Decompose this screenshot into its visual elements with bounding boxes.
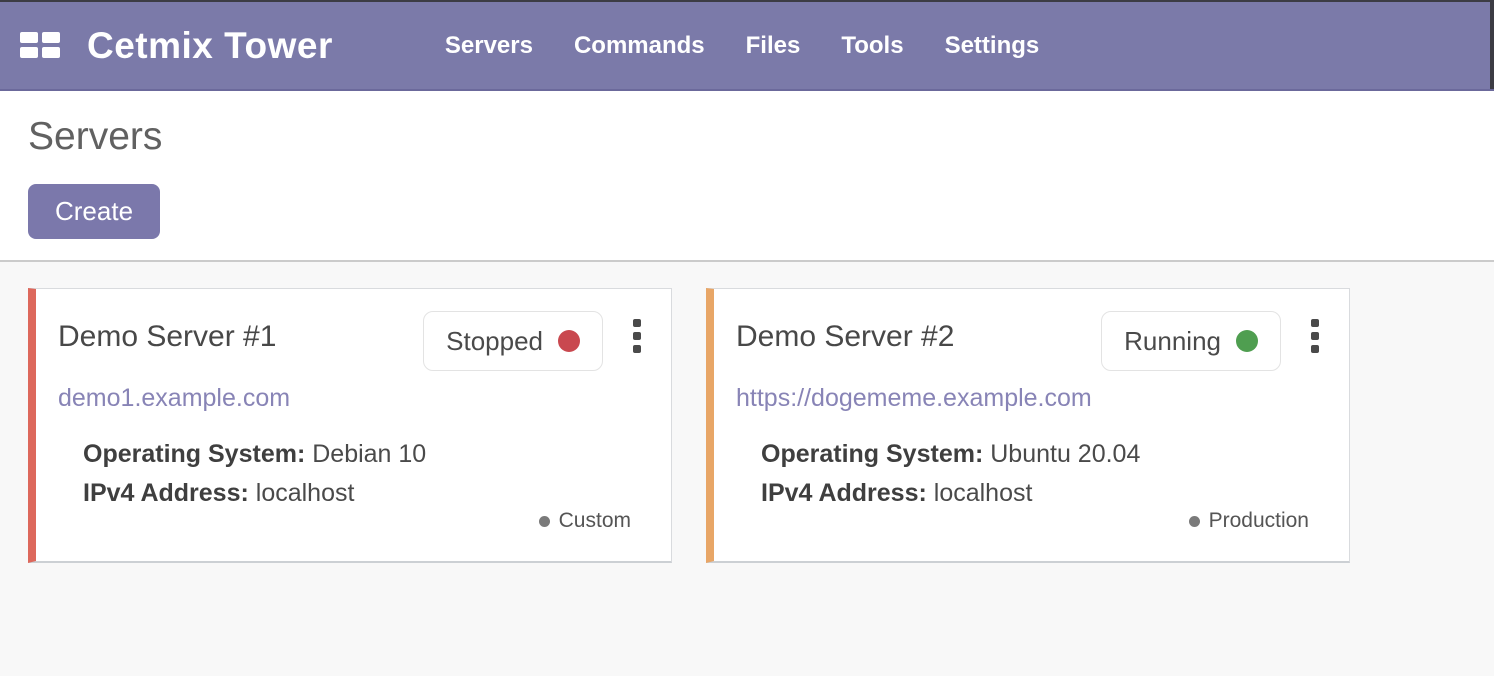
nav-item-commands[interactable]: Commands bbox=[574, 32, 705, 60]
status-dot-icon bbox=[1236, 330, 1258, 352]
server-url-link[interactable]: demo1.example.com bbox=[58, 384, 290, 413]
server-tag: Custom bbox=[539, 509, 631, 533]
status-label: Stopped bbox=[446, 326, 543, 357]
status-button[interactable]: Stopped bbox=[423, 311, 603, 371]
create-button[interactable]: Create bbox=[28, 184, 160, 239]
kanban-view: Demo Server #1 Stopped demo1.example.com… bbox=[0, 262, 1494, 563]
detail-row-os: Operating System: Ubuntu 20.04 bbox=[761, 435, 1323, 474]
field-value: Ubuntu 20.04 bbox=[990, 440, 1140, 468]
server-name: Demo Server #1 bbox=[58, 320, 276, 354]
field-value: localhost bbox=[934, 479, 1033, 507]
server-url-link[interactable]: https://dogememe.example.com bbox=[736, 384, 1092, 413]
field-label: IPv4 Address: bbox=[83, 479, 249, 507]
nav-item-tools[interactable]: Tools bbox=[841, 32, 903, 60]
top-navbar: Cetmix Tower Servers Commands Files Tool… bbox=[0, 2, 1494, 91]
main-menu: Servers Commands Files Tools Settings bbox=[445, 32, 1039, 60]
tag-dot-icon bbox=[539, 516, 550, 527]
server-name: Demo Server #2 bbox=[736, 320, 954, 354]
brand-title[interactable]: Cetmix Tower bbox=[87, 25, 333, 67]
field-label: IPv4 Address: bbox=[761, 479, 927, 507]
field-label: Operating System: bbox=[83, 440, 305, 468]
nav-item-files[interactable]: Files bbox=[746, 32, 801, 60]
tag-label: Custom bbox=[559, 509, 631, 533]
server-tag: Production bbox=[1189, 509, 1309, 533]
server-card-demo-2[interactable]: Demo Server #2 Running https://dogememe.… bbox=[706, 288, 1350, 563]
card-header: Demo Server #1 Stopped bbox=[58, 311, 645, 371]
apps-grid-icon[interactable] bbox=[20, 32, 60, 59]
field-value: localhost bbox=[256, 479, 355, 507]
server-details: Operating System: Debian 10 IPv4 Address… bbox=[83, 435, 645, 513]
kebab-menu-icon[interactable] bbox=[1307, 315, 1323, 357]
field-value: Debian 10 bbox=[312, 440, 426, 468]
nav-item-servers[interactable]: Servers bbox=[445, 32, 533, 60]
tag-dot-icon bbox=[1189, 516, 1200, 527]
field-label: Operating System: bbox=[761, 440, 983, 468]
tag-label: Production bbox=[1209, 509, 1309, 533]
detail-row-ip: IPv4 Address: localhost bbox=[83, 474, 645, 513]
page-header: Servers Create bbox=[0, 91, 1494, 262]
detail-row-os: Operating System: Debian 10 bbox=[83, 435, 645, 474]
page-title: Servers bbox=[28, 91, 1494, 159]
server-card-demo-1[interactable]: Demo Server #1 Stopped demo1.example.com… bbox=[28, 288, 672, 563]
status-dot-icon bbox=[558, 330, 580, 352]
status-button[interactable]: Running bbox=[1101, 311, 1281, 371]
server-details: Operating System: Ubuntu 20.04 IPv4 Addr… bbox=[761, 435, 1323, 513]
detail-row-ip: IPv4 Address: localhost bbox=[761, 474, 1323, 513]
nav-item-settings[interactable]: Settings bbox=[945, 32, 1040, 60]
card-header: Demo Server #2 Running bbox=[736, 311, 1323, 371]
status-label: Running bbox=[1124, 326, 1221, 357]
kebab-menu-icon[interactable] bbox=[629, 315, 645, 357]
